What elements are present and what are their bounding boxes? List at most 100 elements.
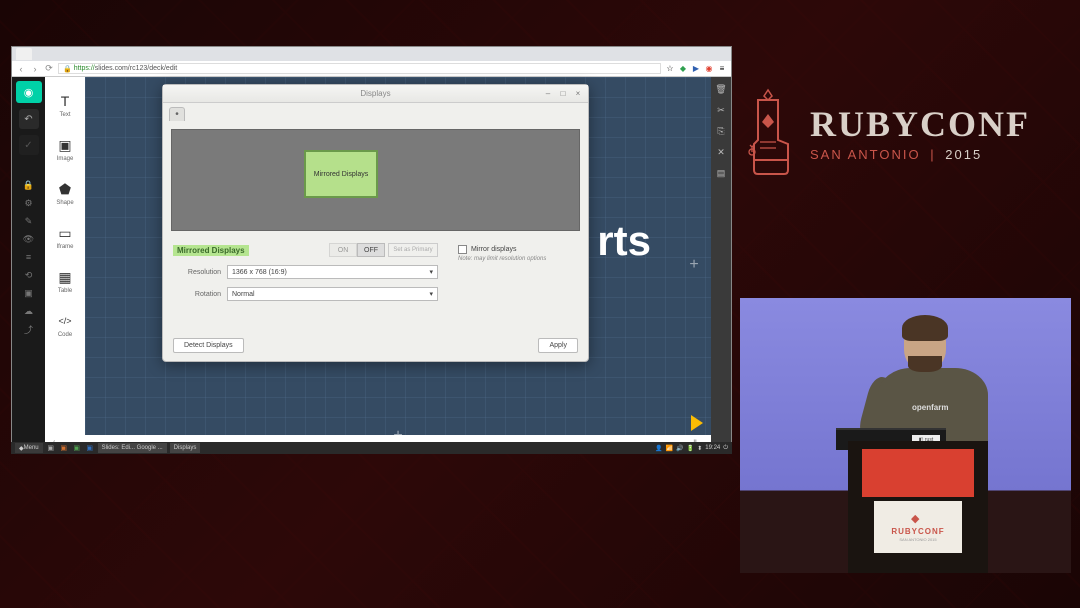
- add-slide-right[interactable]: +: [685, 256, 703, 274]
- forward-button[interactable]: ›: [30, 64, 40, 74]
- layers-icon[interactable]: ≡: [23, 251, 35, 263]
- shape-icon: ⬟: [56, 180, 74, 198]
- taskbar-app-3[interactable]: ▣: [72, 443, 82, 453]
- volume-icon[interactable]: 🔊: [676, 445, 683, 452]
- image-label: Image: [57, 156, 74, 162]
- toggle-on[interactable]: ON: [329, 243, 357, 257]
- taskbar-app-4[interactable]: ▣: [85, 443, 95, 453]
- apply-button[interactable]: Apply: [538, 338, 578, 353]
- gem-icon: ◆: [911, 512, 925, 526]
- browser-tab[interactable]: [16, 48, 32, 60]
- scissors-icon[interactable]: ✂: [715, 104, 727, 116]
- lock-icon: 🔒: [63, 65, 72, 73]
- network-icon[interactable]: ⬍: [697, 445, 702, 452]
- extension-icon-1[interactable]: ◆: [678, 64, 688, 74]
- image-icon: ▣: [56, 136, 74, 154]
- star-icon[interactable]: ☆: [665, 64, 675, 74]
- shape-label: Shape: [56, 200, 73, 206]
- undo-button[interactable]: ↶: [19, 109, 39, 129]
- code-label: Code: [58, 332, 72, 338]
- resolution-label: Resolution: [173, 269, 221, 276]
- maximize-button[interactable]: □: [557, 89, 569, 99]
- url-prefix: https://: [74, 65, 95, 72]
- taskbar-menu[interactable]: ◆ Menu: [15, 443, 43, 453]
- mirror-note: Note: may limit resolution options: [458, 256, 578, 262]
- conference-subtitle: SAN ANTONIO | 2015: [810, 147, 1030, 162]
- monitor-thumbnail[interactable]: Mirrored Displays: [304, 150, 378, 198]
- copy-icon[interactable]: ⎘: [715, 125, 727, 137]
- rotation-select[interactable]: Normal ▾: [227, 287, 438, 301]
- selected-display-label: Mirrored Displays: [173, 245, 249, 256]
- taskbar-window-2[interactable]: Displays: [170, 443, 201, 453]
- rotation-label: Rotation: [173, 291, 221, 298]
- reload-button[interactable]: ⟳: [44, 64, 54, 74]
- taskbar-window-1[interactable]: Slides: Edi... Google ...: [98, 443, 167, 453]
- dialog-titlebar[interactable]: Displays – □ ×: [163, 85, 588, 103]
- iframe-icon: ▭: [56, 224, 74, 242]
- eye-icon[interactable]: 👁: [23, 233, 35, 245]
- edit-icon[interactable]: ✎: [23, 215, 35, 227]
- speaker-video: openfarm ◧ rust ◆ RUBYCONF SAN ANTONIO 2…: [740, 298, 1071, 573]
- mirror-checkbox[interactable]: [458, 245, 467, 254]
- insert-toolbar: T Text ▣ Image ⬟ Shape ▭ Iframe ▦ Table …: [45, 77, 85, 453]
- battery-icon[interactable]: 🔋: [687, 445, 694, 452]
- play-button[interactable]: [691, 415, 703, 431]
- lock-icon[interactable]: 🔒: [23, 179, 35, 191]
- iframe-tool[interactable]: ▭ Iframe: [47, 215, 83, 259]
- text-icon: T: [56, 92, 74, 110]
- taskbar: ◆ Menu ▣ ▣ ▣ ▣ Slides: Edi... Google ...…: [11, 442, 732, 454]
- table-tool[interactable]: ▦ Table: [47, 259, 83, 303]
- crop-icon[interactable]: ✕: [715, 146, 727, 158]
- media-icon[interactable]: ▣: [23, 287, 35, 299]
- extension-icon-3[interactable]: ◉: [704, 64, 714, 74]
- chevron-down-icon: ▾: [429, 290, 433, 298]
- shape-tool[interactable]: ⬟ Shape: [47, 171, 83, 215]
- close-button[interactable]: ×: [572, 89, 584, 99]
- taskbar-app-1[interactable]: ▣: [46, 443, 56, 453]
- browser-toolbar: ‹ › ⟳ 🔒 https:// slides.com/rc123/deck/e…: [12, 61, 731, 77]
- menu-icon[interactable]: ≡: [717, 64, 727, 74]
- home-button[interactable]: ◉: [16, 81, 42, 103]
- back-button[interactable]: ‹: [16, 64, 26, 74]
- conference-logo: RUBYCONF SAN ANTONIO | 2015: [746, 82, 1030, 182]
- code-tool[interactable]: </> Code: [47, 303, 83, 347]
- chevron-down-icon: ▾: [429, 268, 433, 276]
- redo-button[interactable]: ✓: [19, 135, 39, 155]
- user-icon[interactable]: 👤: [655, 445, 662, 452]
- cloud-icon[interactable]: ☁: [23, 305, 35, 317]
- taskbar-app-2[interactable]: ▣: [59, 443, 69, 453]
- dialog-body: Mirrored Displays ON OFF Set as Primary …: [163, 239, 588, 305]
- trash-icon[interactable]: 🗑: [715, 83, 727, 95]
- dialog-tab-main[interactable]: •: [169, 107, 185, 121]
- url-bar[interactable]: 🔒 https:// slides.com/rc123/deck/edit: [58, 63, 661, 74]
- minimize-button[interactable]: –: [542, 89, 554, 99]
- extension-icon-2[interactable]: ▶: [691, 64, 701, 74]
- wifi-icon[interactable]: 📶: [666, 445, 673, 452]
- resolution-select[interactable]: 1366 x 768 (16:9) ▾: [227, 265, 438, 279]
- text-label: Text: [59, 112, 70, 118]
- iframe-label: Iframe: [56, 244, 73, 250]
- browser-tab-strip: [12, 47, 731, 61]
- podium: ◆ RUBYCONF SAN ANTONIO 2015: [848, 441, 988, 573]
- text-tool[interactable]: T Text: [47, 83, 83, 127]
- boot-icon: [746, 82, 798, 182]
- podium-logo: ◆ RUBYCONF SAN ANTONIO 2015: [874, 501, 962, 553]
- display-preview[interactable]: Mirrored Displays: [171, 129, 580, 231]
- set-primary-button[interactable]: Set as Primary: [388, 243, 438, 257]
- code-icon: </>: [56, 312, 74, 330]
- share-icon[interactable]: ⤴: [23, 323, 35, 335]
- image-tool[interactable]: ▣ Image: [47, 127, 83, 171]
- toggle-off[interactable]: OFF: [357, 243, 385, 257]
- arrange-icon[interactable]: ⟲: [23, 269, 35, 281]
- editor-leftbar: ◉ ↶ ✓ 🔒 ⚙ ✎ 👁 ≡ ⟲ ▣ ☁ ⤴ ≡: [12, 77, 45, 453]
- gear-icon[interactable]: ⚙: [23, 197, 35, 209]
- dialog-title: Displays: [360, 89, 390, 98]
- table-label: Table: [58, 288, 72, 294]
- slide-text-fragment: rts: [597, 217, 651, 265]
- shirt-text: openfarm: [912, 403, 948, 412]
- list-icon[interactable]: ▤: [715, 167, 727, 179]
- detect-displays-button[interactable]: Detect Displays: [173, 338, 244, 353]
- mirror-checkbox-label: Mirror displays: [471, 246, 517, 253]
- editor-rightbar: 🗑 ✂ ⎘ ✕ ▤: [711, 77, 731, 453]
- power-icon[interactable]: ⏻: [723, 445, 728, 452]
